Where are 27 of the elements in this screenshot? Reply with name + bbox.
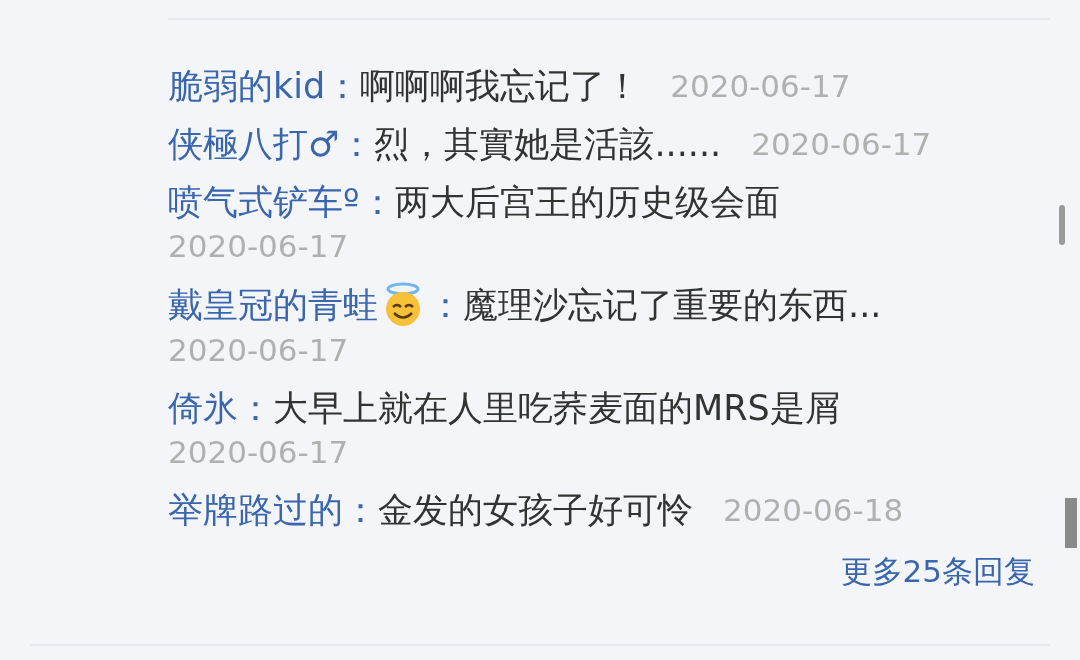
comment-date: 2020-06-17: [670, 67, 851, 106]
comment-text: 烈，其實她是活該......: [374, 123, 722, 166]
comment-date: 2020-06-17: [168, 433, 349, 472]
comment-date: 2020-06-17: [751, 125, 932, 164]
colon: ：: [325, 65, 361, 108]
username[interactable]: 脆弱的kid: [168, 64, 326, 108]
comment-date: 2020-06-18: [723, 491, 904, 530]
comment-text: 啊啊啊我忘记了！: [360, 65, 641, 108]
scrollbar-thumb[interactable]: [1065, 498, 1077, 548]
username[interactable]: 举牌路过的: [168, 488, 343, 532]
username[interactable]: 戴皇冠的青蛙: [168, 283, 378, 327]
colon: ：: [238, 387, 273, 430]
scrollbar-thumb[interactable]: [1059, 205, 1065, 245]
username[interactable]: 倚氷: [168, 386, 238, 430]
comment-text: 大早上就在人里吃荞麦面的MRS是屑: [273, 387, 840, 430]
username[interactable]: 侠極八打♂: [168, 122, 340, 166]
colon: ：: [428, 284, 463, 327]
comment-text: 魔理沙忘记了重要的东西...: [463, 284, 882, 327]
colon: ：: [343, 489, 378, 532]
colon: ：: [339, 123, 375, 166]
comment-text: 两大后宫王的历史级会面: [394, 181, 780, 224]
comment-date: 2020-06-17: [168, 227, 349, 266]
username[interactable]: 喷气式铲车º: [168, 180, 360, 224]
comment-date: 2020-06-17: [168, 331, 349, 370]
more-replies-link[interactable]: 更多25条回复: [840, 548, 1035, 595]
comment-text: 金发的女孩子好可怜: [378, 489, 693, 532]
colon: ：: [359, 181, 395, 224]
